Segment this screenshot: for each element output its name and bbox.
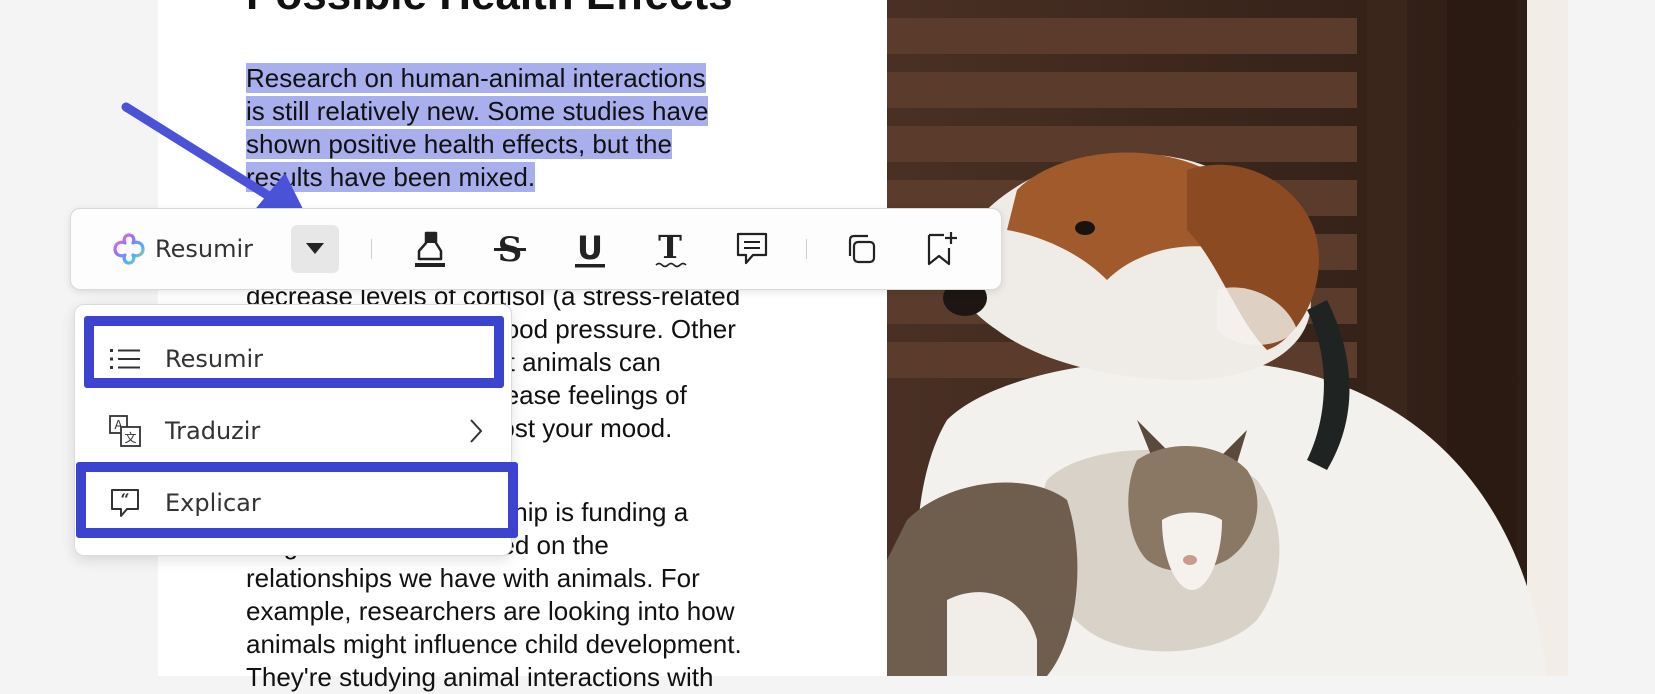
menu-item-translate[interactable]: A 文 Traduzir [75,399,511,463]
summarize-button[interactable]: Resumir [111,219,253,279]
strikethrough-button[interactable]: S [490,225,530,273]
copy-button[interactable] [841,225,881,273]
dog-and-cat-photo [887,0,1568,676]
text-line: relationships we have with animals. For [246,563,700,593]
annotation-box-explain [76,462,518,538]
underline-icon: U [575,229,605,268]
summarize-label: Resumir [155,235,253,263]
strikethrough-icon: S [494,230,526,269]
comment-icon [736,232,768,265]
annotation-box-summarize [84,316,504,388]
text-line: example, researchers are looking into ho… [246,596,735,626]
add-bookmark-button[interactable] [921,225,961,273]
highlight-button[interactable] [410,225,450,273]
svg-text:U: U [577,229,603,267]
menu-item-label: Traduzir [165,417,261,445]
section-heading: Possible Health Effects [246,0,733,20]
caret-down-icon [306,243,324,254]
selection-toolbar: Resumir S U T [70,208,1002,290]
dropdown-toggle-button[interactable] [291,225,339,273]
text-line: They're studying animal interactions wit… [246,662,714,692]
bookmark-add-icon [927,232,957,266]
svg-text:文: 文 [124,430,136,445]
chevron-right-icon [470,419,483,443]
translate-icon: A 文 [109,415,141,447]
copy-icon [848,234,876,264]
toolbar-divider [371,239,372,259]
text-icon: T [655,228,687,268]
text-line: Research on human-animal interactions [246,63,706,93]
svg-text:T: T [658,228,682,266]
underline-button[interactable]: U [570,225,610,273]
ai-flower-icon [113,233,145,265]
text-button[interactable]: T [650,225,690,273]
comment-button[interactable] [732,225,772,273]
toolbar-divider [806,239,807,259]
text-line: animals might influence child developmen… [246,629,742,659]
highlight-icon [415,231,445,267]
